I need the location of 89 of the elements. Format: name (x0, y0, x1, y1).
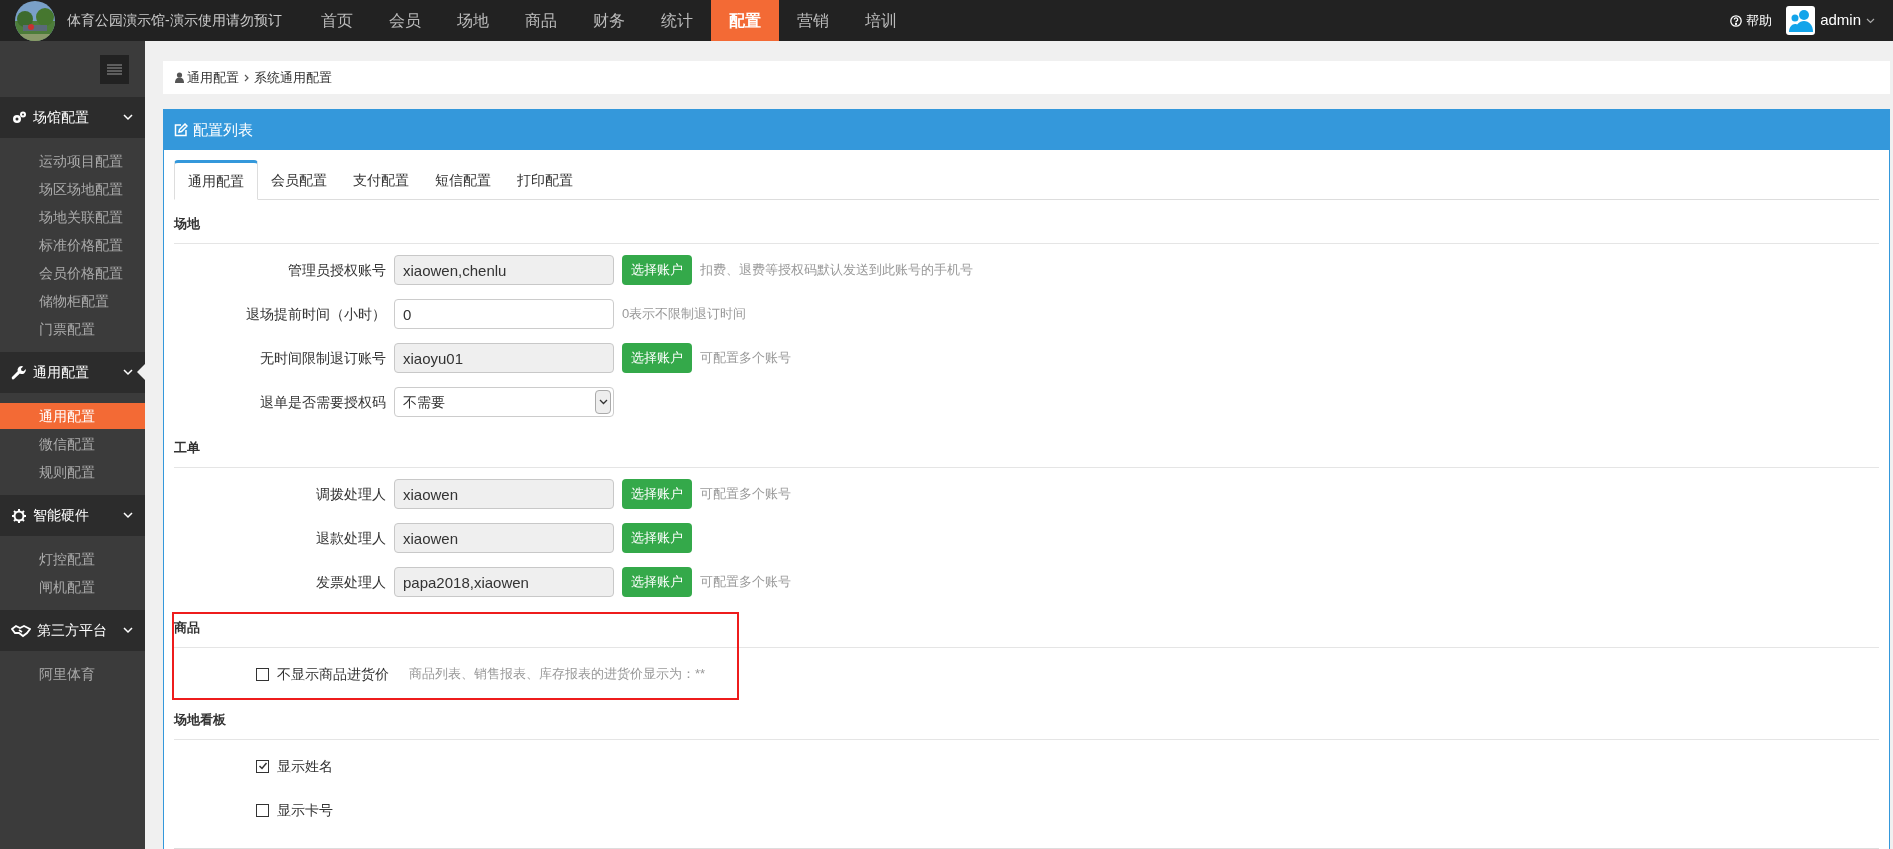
handshake-icon (11, 622, 31, 639)
config-tab[interactable]: 支付配置 (340, 160, 422, 200)
group-title: 智能硬件 (33, 506, 89, 525)
config-tab[interactable]: 打印配置 (504, 160, 586, 200)
sidebar-item[interactable]: 运动项目配置 (0, 148, 145, 174)
chevron-down-icon (123, 369, 133, 376)
hint-text: 可配置多个账号 (700, 485, 791, 504)
sidebar-item[interactable]: 阿里体育 (0, 661, 145, 687)
nav-tab[interactable]: 营销 (779, 0, 847, 41)
breadcrumb-item: 系统通用配置 (254, 68, 332, 87)
wrench-icon (11, 364, 27, 381)
menu-icon (107, 63, 122, 75)
chevron-down-icon (123, 512, 133, 519)
text-field[interactable]: xiaowen,chenlu (394, 255, 614, 285)
nav-tab[interactable]: 商品 (507, 0, 575, 41)
sidebar-group-header[interactable]: 智能硬件 (0, 495, 145, 536)
sidebar-item[interactable]: 闸机配置 (0, 574, 145, 600)
sidebar-item[interactable]: 储物柜配置 (0, 288, 145, 314)
checkbox-label: 不显示商品进货价 (277, 664, 389, 684)
chevron-down-icon (123, 627, 133, 634)
menu-toggle-button[interactable] (100, 54, 129, 84)
text-field[interactable]: xiaoyu01 (394, 343, 614, 373)
field-label: 调拨处理人 (315, 484, 387, 504)
nav-tab[interactable]: 财务 (575, 0, 643, 41)
hint-text: 扣费、退费等授权码默认发送到此账号的手机号 (700, 261, 973, 280)
sidebar-group-header[interactable]: 场馆配置 (0, 97, 145, 138)
text-field[interactable]: papa2018,xiaowen (394, 567, 614, 597)
breadcrumb-item[interactable]: 通用配置 (187, 67, 239, 88)
help-icon (1730, 14, 1743, 27)
sidebar-item[interactable]: 场地关联配置 (0, 204, 145, 230)
chevron-down-icon (1866, 17, 1875, 24)
nav-tab[interactable]: 首页 (303, 0, 371, 41)
section-title: 场地 (174, 214, 200, 233)
chevron-down-icon (598, 399, 608, 405)
edit-icon (174, 123, 188, 137)
text-field[interactable]: xiaowen (394, 523, 614, 553)
select-value: 不需要 (403, 392, 445, 412)
sidebar-item[interactable]: 会员价格配置 (0, 260, 145, 286)
group-title: 场馆配置 (33, 108, 89, 127)
text-field[interactable]: xiaowen (394, 479, 614, 509)
checkbox[interactable] (256, 759, 269, 773)
field-label: 无时间限制退订账号 (259, 348, 387, 368)
field-label: 退单是否需要授权码 (259, 392, 387, 412)
sidebar-item[interactable]: 场区场地配置 (0, 176, 145, 202)
chevron-right-icon (244, 73, 249, 82)
select-field[interactable]: 不需要 (394, 387, 614, 417)
help-link[interactable]: 帮助 (1730, 10, 1773, 31)
user-menu[interactable]: admin (1786, 6, 1875, 35)
nav-tab[interactable]: 会员 (371, 0, 439, 41)
sidebar-item[interactable]: 门票配置 (0, 316, 145, 342)
sidebar-group-header[interactable]: 通用配置 (0, 352, 145, 393)
current-pointer (137, 364, 145, 380)
section-title: 商品 (174, 618, 200, 637)
group-title: 第三方平台 (37, 621, 107, 640)
text-field[interactable]: 0 (394, 299, 614, 329)
field-label: 管理员授权账号 (287, 260, 387, 280)
hint-text: 商品列表、销售报表、库存报表的进货价显示为：** (409, 665, 706, 684)
user-avatar-icon (1786, 6, 1816, 35)
chevron-down-icon (123, 114, 133, 121)
config-tab[interactable]: 通用配置 (174, 160, 258, 200)
gears-icon (11, 109, 27, 126)
sidebar-item[interactable]: 规则配置 (0, 459, 145, 485)
sidebar-item[interactable]: 灯控配置 (0, 546, 145, 572)
sidebar-item[interactable]: 微信配置 (0, 431, 145, 457)
section-title: 工单 (174, 438, 200, 457)
field-label: 退款处理人 (315, 528, 387, 548)
user-icon (175, 72, 184, 83)
sidebar-item[interactable]: 标准价格配置 (0, 232, 145, 258)
group-title: 通用配置 (33, 363, 89, 382)
section-title: 场地看板 (174, 710, 226, 729)
hint-text: 可配置多个账号 (700, 349, 791, 368)
site-title: 体育公园演示馆-演示使用请勿预订 (67, 11, 282, 30)
panel-title: 配置列表 (193, 119, 253, 140)
nav-tab[interactable]: 统计 (643, 0, 711, 41)
hint-text: 0表示不限制退订时间 (622, 305, 747, 324)
checkbox[interactable] (256, 803, 269, 817)
nav-tab[interactable]: 场地 (439, 0, 507, 41)
hint-text: 可配置多个账号 (700, 573, 791, 592)
nav-tab[interactable]: 培训 (847, 0, 915, 41)
config-tab[interactable]: 短信配置 (422, 160, 504, 200)
checkbox[interactable] (256, 667, 269, 681)
config-tab[interactable]: 会员配置 (258, 160, 340, 200)
gear-icon (11, 507, 27, 524)
field-label: 退场提前时间（小时） (245, 304, 387, 324)
checkmark-icon (257, 761, 268, 771)
field-label: 发票处理人 (315, 572, 387, 592)
checkbox-label: 显示卡号 (277, 800, 333, 820)
checkbox-label: 显示姓名 (277, 756, 333, 776)
sidebar-group-header[interactable]: 第三方平台 (0, 610, 145, 651)
